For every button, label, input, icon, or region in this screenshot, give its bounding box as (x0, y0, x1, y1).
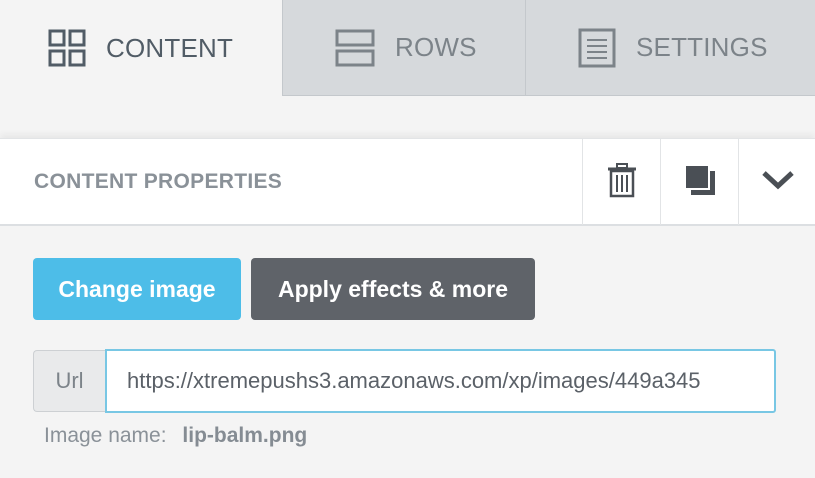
settings-list-icon (578, 28, 616, 68)
image-name-row: Image name: lip-balm.png (44, 424, 307, 448)
duplicate-icon (683, 163, 717, 202)
tab-settings[interactable]: SETTINGS (525, 0, 815, 96)
collapse-button[interactable] (738, 139, 815, 225)
change-image-button[interactable]: Change image (33, 258, 241, 320)
apply-effects-button[interactable]: Apply effects & more (251, 258, 535, 320)
tab-rows[interactable]: ROWS (282, 0, 525, 96)
url-input[interactable]: https://xtremepushs3.amazonaws.com/xp/im… (105, 349, 776, 413)
tab-rows-label: ROWS (395, 32, 477, 62)
image-name-label: Image name: (44, 424, 167, 447)
url-addon-label: Url (33, 350, 105, 412)
delete-button[interactable] (582, 139, 661, 225)
tab-content-label: CONTENT (106, 32, 234, 63)
chevron-down-icon (761, 169, 795, 196)
tab-content[interactable]: CONTENT (0, 0, 282, 96)
duplicate-button[interactable] (660, 139, 739, 225)
image-name-value: lip-balm.png (182, 424, 308, 447)
tab-settings-label: SETTINGS (636, 32, 768, 62)
tab-bar: CONTENT ROWS SETTINGS (0, 0, 815, 96)
trash-icon (605, 162, 639, 203)
content-properties-header: CONTENT PROPERTIES (0, 138, 815, 226)
rows-icon (335, 29, 375, 67)
grid-icon (48, 29, 86, 67)
content-properties-title: CONTENT PROPERTIES (34, 170, 283, 193)
